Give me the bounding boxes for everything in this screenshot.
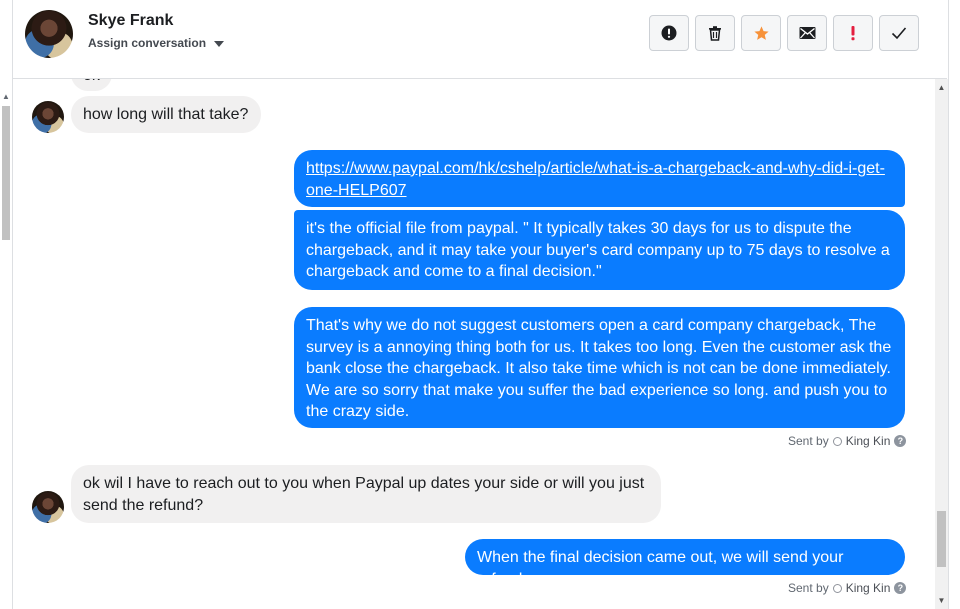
contact-avatar[interactable]: [25, 10, 73, 58]
sent-by-label: Sent by King Kin ?: [788, 434, 907, 448]
message-bubble-customer[interactable]: ok wil I have to reach out to you when P…: [71, 465, 661, 523]
delete-button[interactable]: [695, 15, 735, 51]
conversation-actions: [649, 15, 919, 51]
exclamation-circle-icon: [661, 25, 677, 41]
mark-unread-button[interactable]: [787, 15, 827, 51]
scrollbar-thumb[interactable]: [937, 511, 946, 567]
agent-status-icon: [832, 436, 842, 446]
agent-status-icon: [832, 583, 842, 593]
scroll-up-arrow-icon[interactable]: ▲: [935, 83, 948, 92]
help-icon[interactable]: ?: [894, 435, 907, 447]
left-scrollbar-thumb[interactable]: [2, 106, 10, 240]
exclamation-icon: [851, 26, 855, 41]
message-bubble-customer[interactable]: ok: [71, 79, 112, 91]
spam-button[interactable]: [649, 15, 689, 51]
mark-done-button[interactable]: [879, 15, 919, 51]
left-panel-edge: ▲: [0, 0, 13, 609]
check-icon: [891, 27, 907, 40]
priority-button[interactable]: [833, 15, 873, 51]
message-bubble-customer[interactable]: how long will that take?: [71, 96, 261, 133]
agent-name[interactable]: King Kin: [846, 581, 891, 595]
trash-icon: [709, 26, 721, 41]
message-scrollbar[interactable]: ▲ ▼: [935, 79, 948, 609]
message-bubble-agent-link[interactable]: https://www.paypal.com/hk/cshelp/article…: [294, 150, 905, 207]
chargeback-article-link[interactable]: https://www.paypal.com/hk/cshelp/article…: [306, 160, 885, 199]
help-icon[interactable]: ?: [894, 582, 907, 594]
envelope-icon: [799, 27, 815, 39]
assign-conversation-label: Assign conversation: [88, 36, 207, 50]
message-bubble-agent[interactable]: it's the official file from paypal. " It…: [294, 210, 905, 290]
message-thread[interactable]: ok how long will that take? https://www.…: [13, 79, 934, 609]
customer-avatar[interactable]: [32, 491, 64, 523]
message-bubble-agent[interactable]: That's why we do not suggest customers o…: [294, 307, 905, 428]
assign-conversation-dropdown[interactable]: Assign conversation: [88, 36, 225, 50]
caret-down-icon: [214, 41, 225, 47]
agent-name[interactable]: King Kin: [846, 434, 891, 448]
scroll-up-arrow-icon[interactable]: ▲: [1, 92, 11, 102]
star-button[interactable]: [741, 15, 781, 51]
conversation-header: Skye Frank Assign conversation: [13, 0, 947, 79]
contact-name[interactable]: Skye Frank: [88, 12, 173, 30]
message-bubble-agent[interactable]: When the final decision came out, we wil…: [465, 539, 905, 588]
sent-by-label: Sent by King Kin ?: [788, 581, 907, 595]
scroll-down-arrow-icon[interactable]: ▼: [935, 596, 948, 605]
star-icon: [753, 25, 769, 40]
customer-avatar[interactable]: [32, 101, 64, 133]
right-panel-edge: [948, 0, 960, 609]
